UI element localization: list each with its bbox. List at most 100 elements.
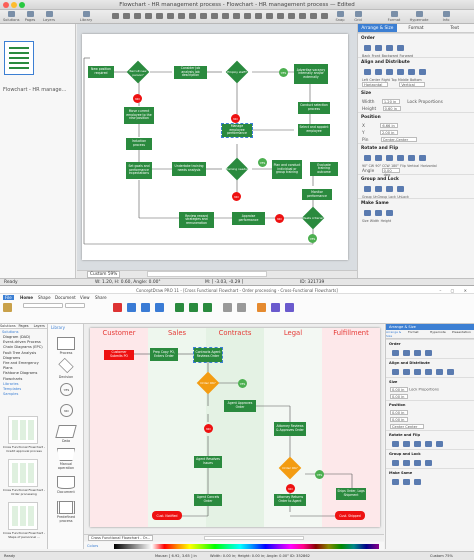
node-agent-resolves[interactable]: Agent Resolves Issues (194, 456, 222, 468)
horizontal-scrollbar[interactable] (147, 271, 267, 277)
node-advertise[interactable]: Advertise vacancy internally and/or exte… (294, 64, 328, 84)
node-move-employee[interactable]: Move current employee to the new positio… (124, 107, 154, 124)
align-middle-icon[interactable] (408, 69, 415, 75)
rtab-presentation[interactable]: Presentation (452, 330, 474, 338)
terminal-cust-shipped[interactable]: Cust. Shipped (335, 511, 365, 520)
node-contracts-review[interactable]: Contracts Agent Reviews Order (193, 347, 223, 363)
b-ungroup-icon[interactable] (403, 460, 410, 466)
rotate-ccw-icon[interactable] (375, 155, 382, 161)
b-backward-icon[interactable] (414, 350, 421, 356)
lib-shape-predefined[interactable] (57, 501, 75, 514)
b-width-field[interactable]: 0.00 in (390, 387, 408, 392)
align-top-icon[interactable] (397, 69, 404, 75)
pin-select[interactable]: Center-Center (380, 137, 417, 142)
tab-document[interactable]: Document (55, 295, 76, 300)
b-unlock-icon[interactable] (425, 460, 432, 466)
tab-format[interactable]: Format (397, 24, 436, 32)
horizontal-select[interactable]: Horizontal (362, 82, 388, 87)
b-align-center-icon[interactable] (403, 369, 410, 375)
toolbar-library[interactable]: Library (78, 11, 94, 23)
b-same-size-icon[interactable] (392, 479, 399, 485)
b-align-bottom-icon[interactable] (447, 369, 454, 375)
b-lock-proportions[interactable]: Lock Proportions (409, 388, 439, 392)
toolbar-solutions[interactable]: Solutions (3, 11, 20, 23)
font-size-select[interactable] (65, 303, 85, 308)
lib-shape-manual[interactable] (57, 448, 75, 461)
toolbar-grid[interactable]: Grid (350, 11, 366, 23)
width-field[interactable]: 1.20 in (381, 99, 400, 104)
lock-icon[interactable] (386, 186, 393, 192)
b-flip-v-icon[interactable] (436, 441, 443, 447)
oval-tool-icon[interactable] (141, 303, 150, 312)
toolbar-snap[interactable]: Snap (332, 11, 348, 23)
node-attorney-returns[interactable]: Attorney Returns Order to Agent (274, 494, 306, 506)
tree-icon[interactable] (237, 303, 246, 312)
tab-layers[interactable]: Layers (31, 324, 47, 328)
find-replace-icon[interactable] (257, 303, 266, 312)
b-group-icon[interactable] (392, 460, 399, 466)
b-rotate-cw-icon[interactable] (392, 441, 399, 447)
node-new-position[interactable]: New position required (88, 66, 114, 78)
unlock-icon[interactable] (397, 186, 404, 192)
flip-vertical-icon[interactable] (408, 155, 415, 161)
b-align-top-icon[interactable] (425, 369, 432, 375)
b-lock-icon[interactable] (414, 460, 421, 466)
lib-shape-process[interactable] (57, 337, 75, 350)
lib-shape-yes[interactable]: YES (60, 383, 73, 396)
node-training-needs[interactable]: Undertake training needs analysis (172, 162, 206, 176)
rtab-format[interactable]: Format (408, 330, 430, 338)
paste-icon[interactable] (3, 303, 12, 312)
align-left-icon[interactable] (364, 69, 371, 75)
node-appraise[interactable]: Appraise performance (232, 212, 265, 225)
b-same-width-icon[interactable] (403, 479, 410, 485)
height-field[interactable]: 0.60 in (382, 106, 401, 111)
rtab-arrange[interactable]: Arrange & Size (386, 330, 408, 338)
tab-text[interactable]: Text (435, 24, 474, 32)
align-bottom-icon[interactable] (419, 69, 426, 75)
same-height-icon[interactable] (386, 210, 393, 216)
backward-icon[interactable] (386, 45, 393, 51)
b-back-icon[interactable] (392, 350, 399, 356)
b-height-field[interactable]: 0.00 in (390, 394, 408, 399)
b-align-middle-icon[interactable] (436, 369, 443, 375)
node-review-reward[interactable]: Review reward strategies and remuneratio… (179, 212, 214, 228)
b-flip-icon[interactable] (425, 441, 432, 447)
forward-icon[interactable] (397, 45, 404, 51)
node-manage-performance[interactable]: Manage employee performance (221, 123, 253, 138)
node-monitor[interactable]: Monitor performance (302, 189, 332, 200)
change-shape-icon[interactable] (285, 303, 294, 312)
smart-connector-icon[interactable] (189, 303, 198, 312)
bottom-status-zoom[interactable]: Custom 75% (430, 552, 453, 560)
close-window-button[interactable] (3, 2, 9, 8)
font-select[interactable] (23, 303, 63, 308)
node-agent-cancels[interactable]: Agent Cancels Order (194, 494, 222, 506)
terminal-cust-notified[interactable]: Cust. Notified (152, 511, 182, 520)
toolbar-format[interactable]: Format (386, 11, 402, 23)
tab-share[interactable]: Share (95, 295, 107, 300)
node-customer-po[interactable]: Customer Submits PO (104, 350, 134, 360)
sample-thumb-3[interactable] (8, 502, 38, 530)
minimize-window-button[interactable] (11, 2, 17, 8)
flip-horizontal-icon[interactable] (419, 155, 426, 161)
toolbar-info[interactable]: Info (438, 11, 454, 23)
tab-solutions[interactable]: Solutions (0, 324, 16, 328)
select-tool-icon[interactable] (113, 303, 122, 312)
same-width-icon[interactable] (375, 210, 382, 216)
align-right-icon[interactable] (386, 69, 393, 75)
node-ships-order[interactable]: Ships Order, Logs Shipment (336, 488, 366, 500)
tab-file[interactable]: File (3, 295, 14, 300)
lib-shape-no[interactable]: NO (60, 404, 73, 417)
lock-proportions[interactable]: Lock Proportions (407, 100, 443, 105)
color-swatches[interactable] (114, 544, 379, 549)
tab-view[interactable]: View (80, 295, 90, 300)
rectangle-tool-icon[interactable] (127, 303, 136, 312)
b-y-field[interactable]: 0.00 in (390, 417, 408, 422)
vertical-select[interactable]: Vertical (399, 82, 426, 87)
sample-thumb-2[interactable] (8, 459, 38, 487)
group-icon[interactable] (364, 186, 371, 192)
tab-home[interactable]: Home (20, 295, 33, 300)
tab-pages[interactable]: Pages (16, 324, 32, 328)
b-x-field[interactable]: 0.00 in (390, 410, 408, 415)
zoom-select[interactable]: Custom 59% (87, 271, 121, 278)
rtab-hypernote[interactable]: Hypernote (430, 330, 452, 338)
